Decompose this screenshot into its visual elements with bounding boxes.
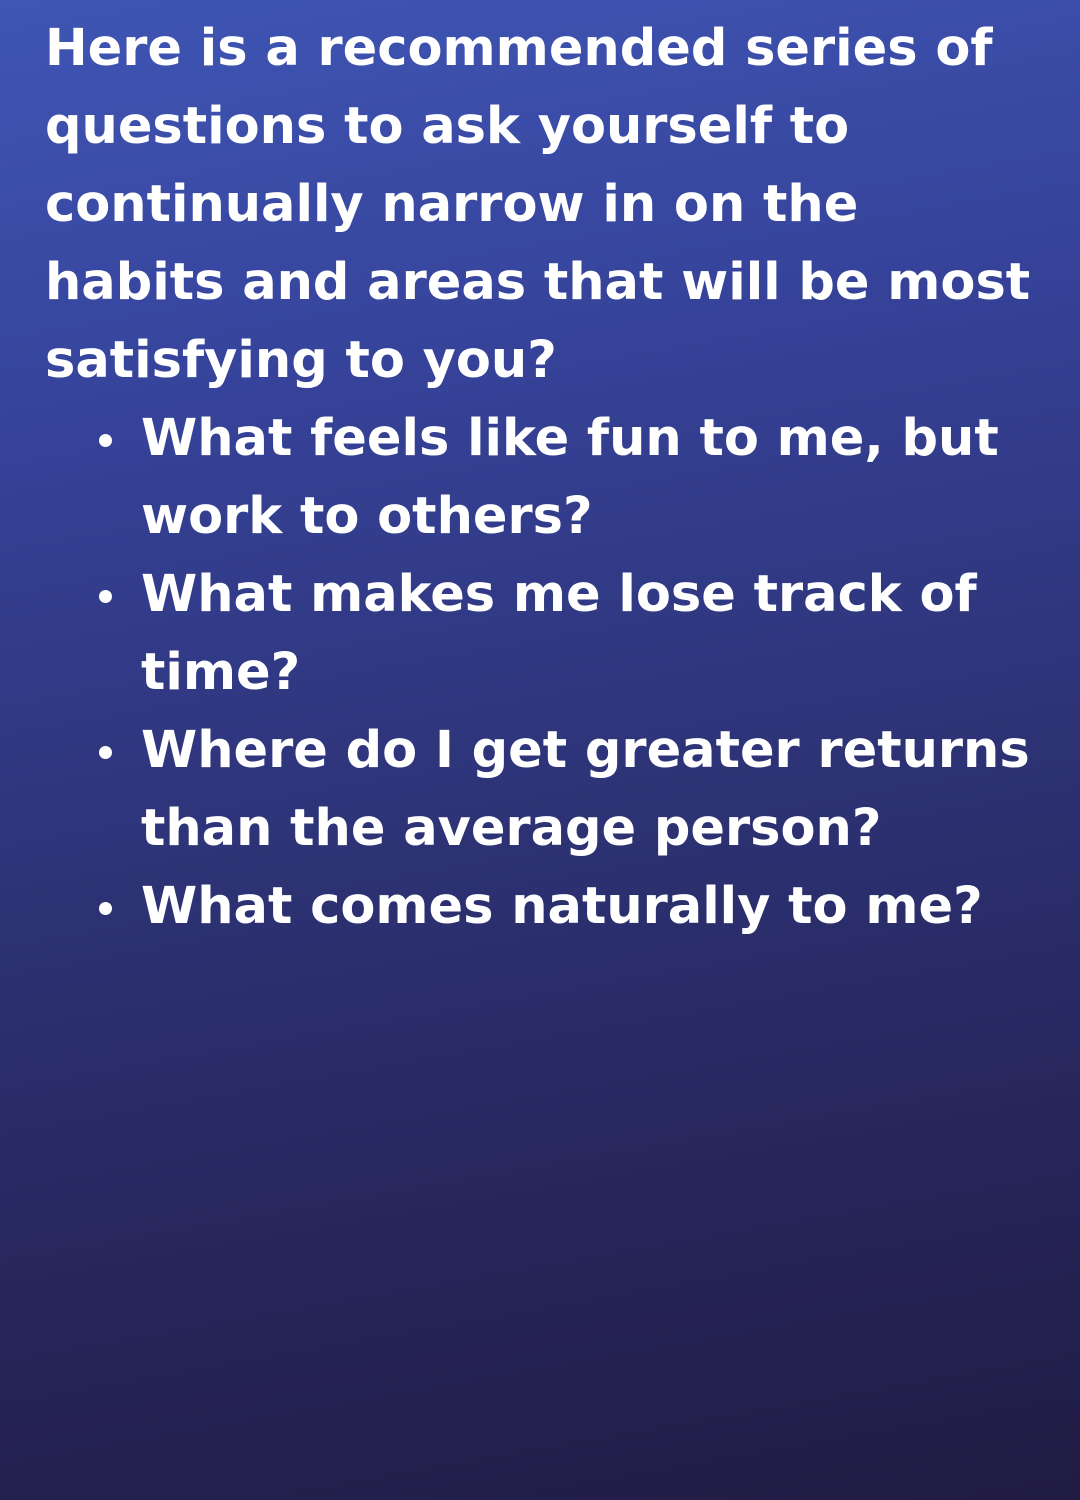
question-text: What feels like fun to me, but work to o…	[141, 409, 999, 546]
bullet-icon	[99, 590, 112, 603]
bullet-icon	[99, 434, 112, 447]
question-list: What feels like fun to me, but work to o…	[45, 400, 1055, 946]
question-text: Where do I get greater returns than the …	[141, 721, 1030, 858]
question-item: What makes me lose track of time?	[99, 556, 1055, 712]
question-item: What comes naturally to me?	[99, 868, 1055, 946]
question-text: What makes me lose track of time?	[141, 565, 977, 702]
bullet-icon	[99, 746, 112, 759]
slide: Here is a recommended series of question…	[0, 0, 1080, 1500]
question-item: Where do I get greater returns than the …	[99, 712, 1055, 868]
question-item: What feels like fun to me, but work to o…	[99, 400, 1055, 556]
content-block: Here is a recommended series of question…	[45, 10, 1055, 946]
question-text: What comes naturally to me?	[141, 877, 983, 936]
intro-text: Here is a recommended series of question…	[45, 19, 1031, 390]
bullet-icon	[99, 902, 112, 915]
